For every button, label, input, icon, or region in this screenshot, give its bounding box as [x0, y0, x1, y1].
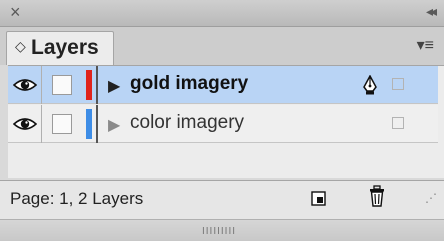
layer-name[interactable]: gold imagery [130, 73, 248, 95]
new-layer-icon[interactable] [310, 189, 328, 207]
panel-menu-icon[interactable]: ▾≡ [417, 35, 434, 55]
expand-triangle-icon[interactable]: ▶ [108, 115, 120, 135]
expand-triangle-icon[interactable]: ▶ [108, 76, 120, 96]
tab-sort-icon: ◇ [15, 38, 26, 54]
layers-panel: × ◂◂ ◇ Layers ▾≡ ▶ gold imagery ▶ color … [0, 0, 444, 241]
pen-icon [363, 75, 377, 95]
layer-list: ▶ gold imagery ▶ color imagery [8, 65, 444, 178]
collapse-icon[interactable]: ◂◂ [426, 3, 437, 20]
resize-grip-icon[interactable]: ⋰ [425, 191, 438, 205]
visibility-toggle[interactable] [8, 105, 42, 143]
lock-toggle[interactable] [52, 75, 72, 95]
panel-titlebar[interactable]: × ◂◂ [0, 0, 444, 27]
visibility-toggle[interactable] [8, 66, 42, 104]
close-icon[interactable]: × [10, 2, 21, 22]
eye-icon [13, 79, 37, 91]
selection-indicator[interactable] [392, 78, 404, 90]
panel-footer: Page: 1, 2 Layers ⋰ [0, 180, 444, 219]
layer-name[interactable]: color imagery [130, 112, 244, 134]
layer-color-swatch [86, 70, 92, 100]
tab-layers[interactable]: ◇ Layers [6, 31, 114, 65]
layer-row-color-imagery[interactable]: ▶ color imagery [8, 105, 438, 143]
lock-toggle[interactable] [52, 114, 72, 134]
panel-bottom-bar[interactable]: IIIIIIIII [0, 219, 444, 241]
layer-color-swatch [86, 109, 92, 139]
row-divider [96, 66, 98, 104]
eye-icon [13, 118, 37, 130]
layer-row-gold-imagery[interactable]: ▶ gold imagery [8, 66, 438, 104]
row-divider [96, 105, 98, 143]
tab-label: Layers [31, 36, 99, 59]
trash-icon[interactable] [367, 185, 387, 209]
tab-row: ◇ Layers ▾≡ [0, 27, 444, 65]
selection-indicator[interactable] [392, 117, 404, 129]
status-text: Page: 1, 2 Layers [10, 189, 144, 208]
drag-handle-icon[interactable]: IIIIIIIII [202, 226, 236, 237]
